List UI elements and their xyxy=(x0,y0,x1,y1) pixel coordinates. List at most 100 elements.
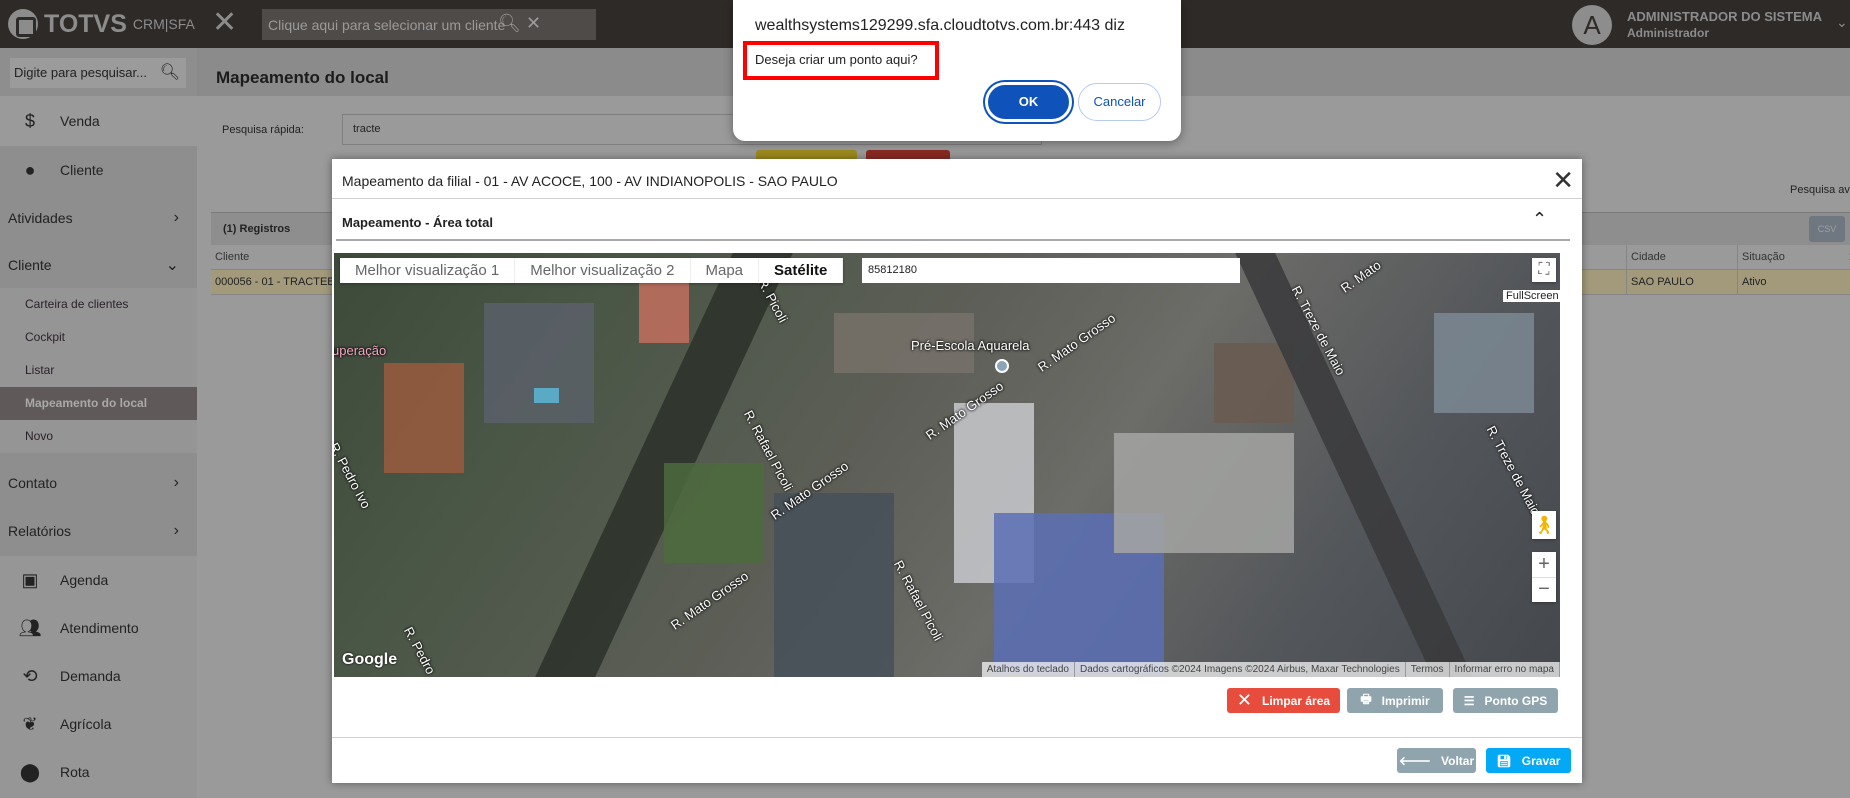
money-history-icon: ⟲ xyxy=(22,665,38,686)
poi-label[interactable]: Pré-Escola Aquarela xyxy=(911,338,1030,353)
street-label: R. Mato Grosso xyxy=(667,568,752,633)
user-name: ADMINISTRADOR DO SISTEMA xyxy=(1627,9,1822,24)
sidebar-item-cliente[interactable]: ● Cliente xyxy=(0,146,197,194)
close-icon[interactable]: ✕ xyxy=(1552,165,1574,196)
divider xyxy=(332,198,1582,199)
sidebar-item-relatorios[interactable]: Relatórios › xyxy=(0,508,197,554)
sidebar-item-cockpit[interactable]: Cockpit xyxy=(0,321,197,354)
clear-icon[interactable]: ✕ xyxy=(526,13,541,34)
logo-icon xyxy=(8,9,38,39)
map-attribution: Atalhos do teclado Dados cartográficos ©… xyxy=(981,662,1560,677)
column-header-situacao[interactable]: Situação xyxy=(1737,245,1845,270)
close-icon: ✕ xyxy=(1236,690,1253,710)
street-view-pegman-icon[interactable]: 🚶︎ xyxy=(1532,511,1556,539)
street-label: R. Treze de Maio xyxy=(1483,423,1544,518)
chevron-up-icon[interactable]: ⌃ xyxy=(1532,209,1547,230)
fullscreen-label[interactable]: FullScreen xyxy=(1502,289,1560,303)
cep-input[interactable]: 85812180 xyxy=(862,258,1240,283)
sidebar-item-novo[interactable]: Novo xyxy=(0,420,197,453)
sidebar-section-cliente[interactable]: Cliente ⌄ xyxy=(0,242,197,288)
column-header-extra: 1 xyxy=(1845,245,1850,270)
list-icon: ☰ xyxy=(1463,693,1475,708)
page-title: Mapeamento do local xyxy=(216,68,389,87)
fullscreen-icon[interactable]: ⛶ xyxy=(1532,258,1556,282)
browser-confirm-dialog: wealthsystems129299.sfa.cloudtotvs.com.b… xyxy=(733,0,1181,141)
leaf-icon: ❦ xyxy=(22,713,38,734)
alert-title: wealthsystems129299.sfa.cloudtotvs.com.b… xyxy=(755,17,1125,34)
tab-mapa[interactable]: Mapa xyxy=(691,258,760,283)
print-button[interactable]: 🖶︎ Imprimir xyxy=(1347,688,1443,713)
google-logo: Google xyxy=(342,651,398,668)
mapping-dialog: Mapeamento da filial - 01 - AV ACOCE, 10… xyxy=(332,159,1582,783)
chevron-down-icon: ⌄ xyxy=(165,257,179,274)
street-label: R. Pedro xyxy=(400,624,439,677)
sidebar-submenu: Carteira de clientes Cockpit Listar Mape… xyxy=(0,288,197,453)
table-cell-situacao: Ativo xyxy=(1737,270,1850,295)
search-icon[interactable]: 🔍︎ xyxy=(498,13,521,34)
user-menu[interactable]: A ADMINISTRADOR DO SISTEMA Administrador xyxy=(1572,5,1822,45)
sidebar-item-listar[interactable]: Listar xyxy=(0,354,197,387)
zoom-control: + − xyxy=(1532,552,1556,602)
map-type-tabs: Melhor visualização 1 Melhor visualizaçã… xyxy=(340,258,844,283)
sidebar-item-atendimento[interactable]: 👥︎ Atendimento xyxy=(0,604,197,652)
chevron-right-icon: › xyxy=(173,474,179,491)
sidebar: Digite para pesquisar... 🔍︎ $ Venda ● Clien… xyxy=(0,48,197,798)
keyboard-shortcuts-link[interactable]: Atalhos do teclado xyxy=(982,662,1075,677)
sidebar-item-mapeamento[interactable]: Mapeamento do local xyxy=(0,387,197,420)
divider xyxy=(332,737,1582,738)
table-cell-cidade: SAO PAULO xyxy=(1626,270,1737,295)
sidebar-item-venda[interactable]: $ Venda xyxy=(0,96,197,146)
save-button[interactable]: 💾︎ Gravar xyxy=(1486,748,1571,773)
tab-melhor-visualizacao-2[interactable]: Melhor visualização 2 xyxy=(515,258,691,283)
chevron-right-icon: › xyxy=(173,522,179,539)
sidebar-item-contato[interactable]: Contato › xyxy=(0,460,197,506)
dollar-icon: $ xyxy=(24,110,35,131)
street-label: R. Mato xyxy=(1337,257,1384,296)
sidebar-item-carteira[interactable]: Carteira de clientes xyxy=(0,288,197,321)
calendar-icon: ▣ xyxy=(21,569,39,590)
map-data-text: Dados cartográficos ©2024 Imagens ©2024 … xyxy=(1075,662,1406,677)
sidebar-item-rota[interactable]: ⬤ Rota xyxy=(0,748,197,796)
back-button[interactable]: 🡐 Voltar xyxy=(1397,748,1476,773)
person-icon: ● xyxy=(24,159,36,180)
chevron-down-icon[interactable]: ⌄ xyxy=(1836,14,1848,31)
zoom-in-icon[interactable]: + xyxy=(1532,552,1556,577)
school-pin-icon[interactable] xyxy=(995,359,1009,373)
gps-point-button[interactable]: ☰ Ponto GPS xyxy=(1453,688,1558,713)
cancel-button[interactable]: Cancelar xyxy=(1078,83,1161,121)
report-error-link[interactable]: Informar erro no mapa xyxy=(1450,662,1560,677)
zoom-out-icon[interactable]: − xyxy=(1532,577,1556,602)
sidebar-item-atividades[interactable]: Atividades › xyxy=(0,194,197,242)
satellite-map[interactable]: R. Rafael Picoli R. Picoli R. Mato Gross… xyxy=(334,253,1560,677)
search-icon[interactable]: 🔍︎ xyxy=(160,62,180,82)
printer-icon: 🖶︎ xyxy=(1360,692,1372,706)
street-label: R. Rafael Picoli xyxy=(890,557,946,644)
street-label: R. Pedro Ivo xyxy=(334,440,374,511)
totvs-logo: TOTVS CRM|SFA xyxy=(8,8,195,40)
avatar: A xyxy=(1572,5,1612,45)
street-label: R. Mato Grosso xyxy=(1034,310,1119,375)
advanced-search-link[interactable]: Pesquisa ava xyxy=(1790,184,1850,196)
poi-label: uperação xyxy=(334,343,387,358)
people-icon: 👥︎ xyxy=(18,617,42,638)
user-role: Administrador xyxy=(1627,26,1710,40)
column-header-cidade[interactable]: Cidade xyxy=(1626,245,1737,270)
ok-button[interactable]: OK xyxy=(985,82,1072,122)
chevron-right-icon: › xyxy=(173,209,179,226)
csv-export-button[interactable]: CSV xyxy=(1809,216,1845,242)
sidebar-search-input[interactable]: Digite para pesquisar... 🔍︎ xyxy=(10,58,186,88)
sidebar-item-demanda[interactable]: ⟲ Demanda xyxy=(0,652,197,700)
arrow-left-icon: 🡐 xyxy=(1398,754,1432,768)
client-search-input[interactable]: Clique aqui para selecionar um cliente 🔍… xyxy=(262,9,596,40)
sidebar-item-agricola[interactable]: ❦ Agrícola xyxy=(0,700,197,748)
clear-area-button[interactable]: ✕ Limpar área xyxy=(1227,688,1340,713)
tab-melhor-visualizacao-1[interactable]: Melhor visualização 1 xyxy=(340,258,516,283)
section-divider xyxy=(336,239,1570,241)
close-menu-icon[interactable]: ✕ xyxy=(212,8,237,38)
terms-link[interactable]: Termos xyxy=(1406,662,1450,677)
tab-satelite[interactable]: Satélite xyxy=(759,258,844,283)
map-pin-icon: ⬤ xyxy=(19,761,41,782)
sidebar-item-agenda[interactable]: ▣ Agenda xyxy=(0,556,197,604)
dialog-title: Mapeamento da filial - 01 - AV ACOCE, 10… xyxy=(342,173,838,189)
alert-message: Deseja criar um ponto aqui? xyxy=(743,41,939,80)
